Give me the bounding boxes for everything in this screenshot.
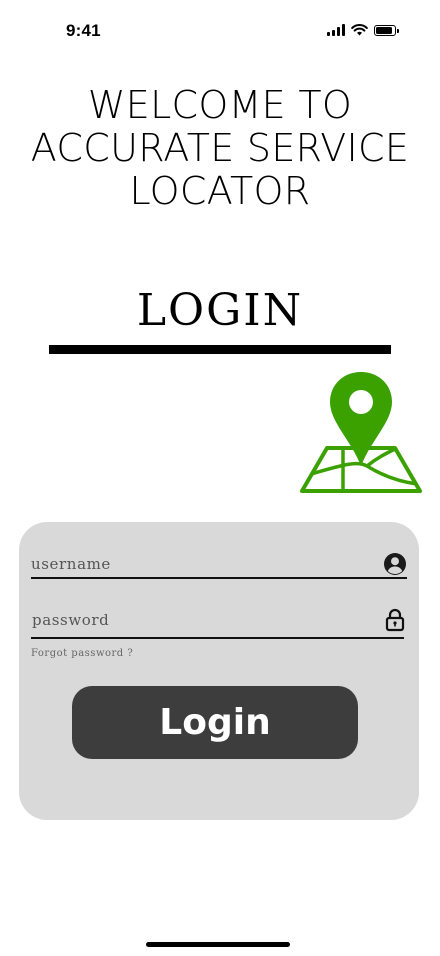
login-title: LOGIN [136, 285, 304, 336]
status-time: 9:41 [66, 21, 101, 40]
username-input[interactable] [31, 555, 361, 573]
lock-icon [385, 608, 405, 632]
title-underline [49, 345, 391, 354]
password-input[interactable] [32, 611, 362, 629]
signal-icon [327, 24, 345, 36]
forgot-password-link[interactable]: Forgot password ? [31, 648, 133, 659]
status-icons [327, 24, 399, 36]
username-underline [31, 577, 407, 579]
welcome-line-3: LOCATOR [129, 169, 311, 213]
welcome-line-1: WELCOME TO [87, 83, 353, 127]
map-pin-icon [300, 372, 422, 493]
login-card: Forgot password ? Login [19, 522, 419, 820]
home-indicator [146, 942, 290, 947]
password-underline [31, 637, 404, 639]
username-field [31, 553, 407, 579]
battery-icon [374, 24, 399, 36]
wifi-icon [351, 24, 368, 36]
password-field [31, 608, 405, 639]
user-icon [384, 553, 406, 575]
welcome-line-2: ACCURATE SERVICE [30, 126, 410, 170]
welcome-heading: WELCOME TO ACCURATE SERVICE LOCATOR [0, 84, 440, 213]
login-button[interactable]: Login [72, 686, 358, 759]
